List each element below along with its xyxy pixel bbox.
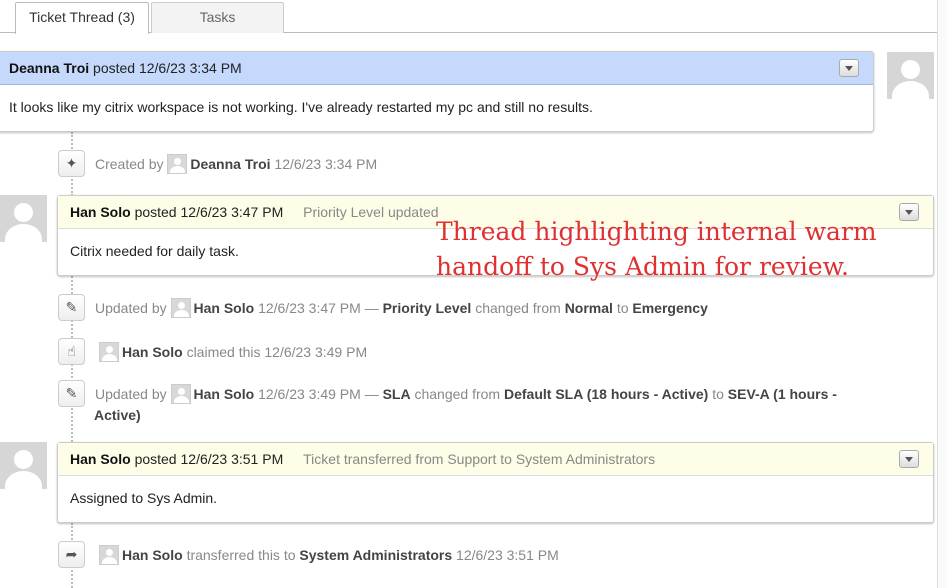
event-user[interactable]: Han Solo — [194, 300, 255, 316]
thread-entry-header: Han Solo posted 12/6/23 3:51 PM Ticket t… — [58, 443, 933, 476]
response-text: Citrix needed for daily task. — [70, 243, 239, 259]
entry-options-dropdown-button[interactable] — [839, 59, 859, 77]
avatar — [887, 52, 934, 99]
event-user[interactable]: Han Solo — [122, 547, 183, 563]
avatar — [167, 154, 188, 174]
avatar — [0, 195, 47, 242]
thread-entry-header: Deanna Troi posted 12/6/23 3:34 PM — [0, 52, 873, 85]
event-user[interactable]: Han Solo — [122, 344, 183, 360]
event-to-word: to — [712, 386, 724, 402]
thread-entry-body: Assigned to Sys Admin. — [58, 476, 933, 506]
post-timestamp: 12/6/23 3:47 PM — [180, 204, 284, 220]
thread-entry-response: Han Solo posted 12/6/23 3:51 PM Ticket t… — [57, 442, 934, 523]
posted-label: posted — [134, 204, 177, 220]
tab-bar: Ticket Thread (3) Tasks — [0, 0, 947, 34]
avatar — [99, 342, 119, 362]
posted-label: posted — [93, 60, 136, 76]
avatar — [0, 442, 47, 489]
event-timestamp: 12/6/23 3:47 PM — [258, 300, 361, 316]
event-changed-from: changed from — [414, 386, 501, 402]
message-text: It looks like my citrix workspace is not… — [9, 99, 593, 115]
entry-note: Ticket transferred from Support to Syste… — [303, 451, 656, 467]
event-prefix: Updated by — [95, 386, 167, 402]
post-timestamp: 12/6/23 3:34 PM — [138, 60, 242, 76]
pencil-icon: ✎ — [58, 380, 85, 407]
event-timestamp: 12/6/23 3:34 PM — [274, 156, 378, 172]
event-field: SLA — [382, 386, 411, 402]
annotation-line: handoff to Sys Admin for review. — [436, 252, 849, 281]
event-changed-from: changed from — [475, 300, 561, 316]
event-to-value: SEV-A (1 hours - — [727, 386, 837, 402]
avatar — [99, 545, 119, 565]
thread-entry-body: It looks like my citrix workspace is not… — [0, 85, 873, 115]
event-user[interactable]: Han Solo — [194, 386, 255, 402]
event-timestamp: 12/6/23 3:49 PM — [264, 344, 368, 360]
event-dash: — — [364, 386, 379, 402]
entry-note: Priority Level updated — [303, 204, 439, 220]
tab-tasks[interactable]: Tasks — [151, 2, 284, 33]
magic-wand-icon: ✦ — [58, 150, 85, 177]
event-action: transferred this to — [186, 547, 296, 563]
event-action: claimed this — [186, 344, 261, 360]
event-prefix: Created by — [95, 156, 164, 172]
event-user[interactable]: Deanna Troi — [190, 156, 270, 172]
annotation-line: Thread highlighting internal warm — [436, 217, 877, 246]
event-dash: — — [364, 300, 379, 316]
event-to-value-continued: Active) — [94, 407, 141, 423]
author-name[interactable]: Deanna Troi — [9, 60, 89, 76]
tab-ticket-thread[interactable]: Ticket Thread (3) — [15, 2, 149, 34]
event-target[interactable]: System Administrators — [299, 547, 452, 563]
vertical-scrollbar[interactable] — [937, 0, 947, 588]
entry-options-dropdown-button[interactable] — [899, 450, 919, 468]
pencil-icon: ✎ — [58, 294, 85, 321]
event-to-value: Emergency — [632, 300, 708, 316]
event-prefix: Updated by — [95, 300, 167, 316]
avatar — [170, 298, 191, 318]
event-to-word: to — [616, 300, 629, 316]
author-name[interactable]: Han Solo — [70, 451, 131, 467]
thread-entry-message: Deanna Troi posted 12/6/23 3:34 PM It lo… — [0, 51, 874, 132]
share-arrow-icon: ➦ — [58, 541, 85, 568]
avatar — [170, 384, 191, 404]
author-name[interactable]: Han Solo — [70, 204, 131, 220]
response-text: Assigned to Sys Admin. — [70, 490, 218, 506]
event-timestamp: 12/6/23 3:49 PM — [258, 386, 361, 402]
event-timestamp: 12/6/23 3:51 PM — [456, 547, 559, 563]
event-from-value: Normal — [564, 300, 613, 316]
post-timestamp: 12/6/23 3:51 PM — [180, 451, 284, 467]
posted-label: posted — [134, 451, 177, 467]
thumbs-up-icon: ☝ — [58, 338, 85, 365]
annotation-callout: Thread highlighting internal warm handof… — [436, 214, 906, 284]
event-from-value: Default SLA (18 hours - Active) — [503, 386, 709, 402]
event-field: Priority Level — [382, 300, 472, 316]
